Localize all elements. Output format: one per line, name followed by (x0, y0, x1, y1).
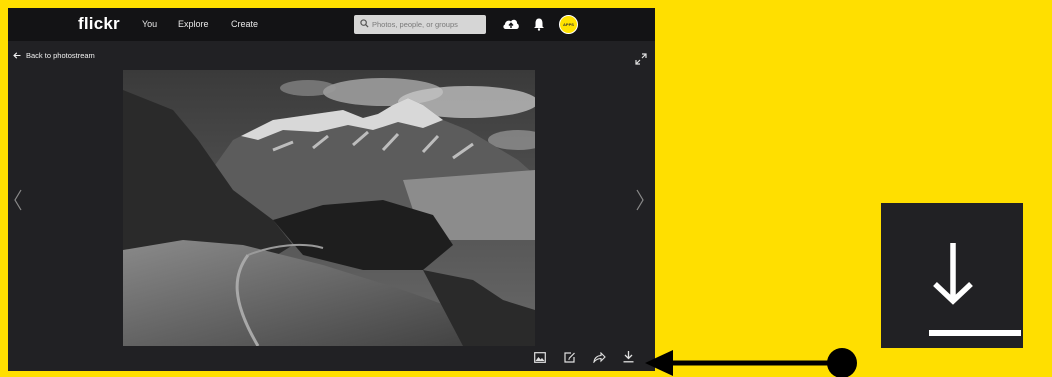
download-icon[interactable] (622, 350, 635, 363)
flickr-logo[interactable]: flickr (78, 14, 120, 34)
notifications-bell-icon[interactable] (533, 17, 545, 31)
back-label: Back to photostream (26, 51, 95, 60)
photo-icon[interactable] (534, 352, 546, 363)
share-icon[interactable] (593, 352, 606, 363)
edit-icon[interactable] (564, 352, 576, 363)
nav-you[interactable]: You (142, 19, 157, 29)
main-photo[interactable] (123, 70, 535, 346)
avatar-text: APPS (563, 22, 574, 27)
back-to-photostream-link[interactable]: Back to photostream (13, 51, 95, 60)
zoomed-download-button (881, 203, 1023, 348)
fullscreen-icon[interactable] (635, 53, 647, 65)
previous-photo-arrow-icon[interactable] (13, 189, 23, 211)
download-icon (929, 243, 1021, 336)
upload-cloud-icon[interactable] (502, 17, 520, 31)
user-avatar[interactable]: APPS (559, 15, 578, 34)
top-navigation-bar: flickr You Explore Create APPS (8, 8, 655, 41)
nav-create[interactable]: Create (231, 19, 258, 29)
search-input[interactable] (372, 17, 482, 32)
search-box[interactable] (354, 15, 486, 34)
flickr-photo-viewer: flickr You Explore Create APPS Back to p… (8, 8, 655, 371)
arrow-left-icon (13, 52, 21, 59)
nav-explore[interactable]: Explore (178, 19, 209, 29)
next-photo-arrow-icon[interactable] (635, 189, 645, 211)
pointer-arrow (645, 348, 857, 377)
search-icon (360, 19, 369, 28)
